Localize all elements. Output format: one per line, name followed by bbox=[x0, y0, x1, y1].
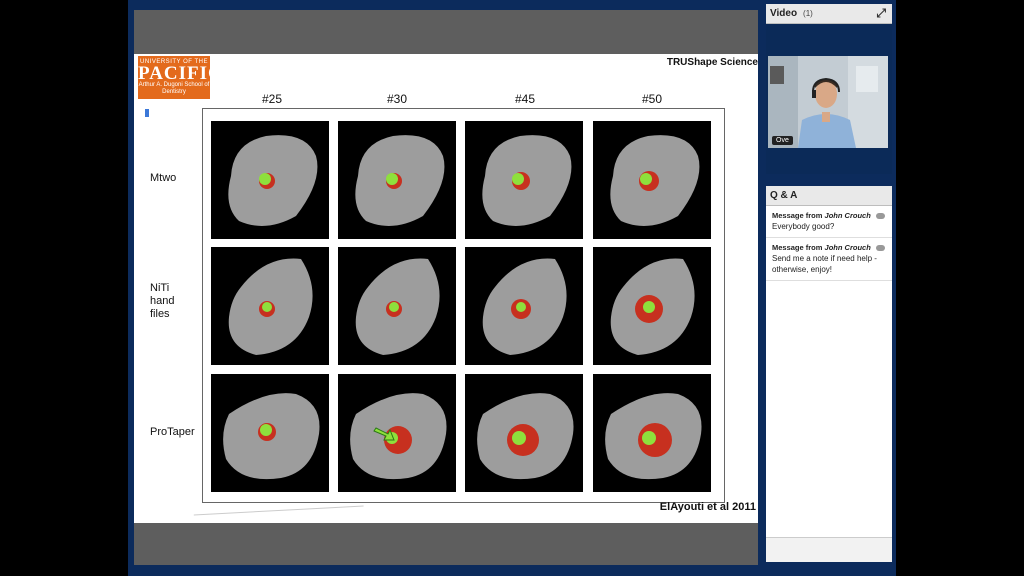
ct-cross-section bbox=[482, 258, 567, 355]
ct-cross-section bbox=[477, 393, 574, 480]
ct-cross-section bbox=[610, 258, 695, 355]
ct-cross-section bbox=[228, 258, 313, 355]
speech-bubble-icon bbox=[875, 245, 885, 252]
ct-cross-section bbox=[482, 135, 572, 226]
original-canal-area bbox=[642, 431, 656, 445]
row-label: ProTaper bbox=[150, 426, 195, 438]
presenter-name-tag: Ove bbox=[772, 136, 793, 145]
message-text: Everybody good? bbox=[772, 222, 835, 231]
row-label: Mtwo bbox=[150, 172, 177, 184]
original-canal-area bbox=[259, 173, 271, 185]
ct-image bbox=[593, 374, 711, 492]
column-label: #50 bbox=[641, 92, 663, 106]
original-canal-area bbox=[260, 424, 272, 436]
ct-image bbox=[338, 374, 456, 492]
column-label: #45 bbox=[514, 92, 536, 106]
paper-edge bbox=[193, 505, 365, 523]
slide-marker bbox=[145, 109, 149, 117]
original-canal-area bbox=[640, 173, 652, 185]
presenter-video: Ove bbox=[768, 56, 888, 148]
column-label: #30 bbox=[386, 92, 408, 106]
ct-cross-section bbox=[605, 393, 702, 480]
ct-image bbox=[211, 374, 329, 492]
slide-title: TRUShape Science bbox=[666, 57, 758, 68]
message-text: Send me a note if need help - otherwise,… bbox=[772, 254, 877, 274]
ct-cross-section bbox=[350, 393, 447, 480]
ct-image bbox=[465, 121, 583, 239]
original-canal-area bbox=[512, 431, 526, 445]
original-canal-area bbox=[643, 301, 655, 313]
ct-image bbox=[211, 247, 329, 365]
citation: ElAyouti et al 2011 bbox=[659, 501, 756, 513]
qa-panel: Q & A Message from John Crouch Everybody… bbox=[766, 186, 892, 562]
video-panel: Video (1) ⤢ Ove bbox=[766, 4, 892, 174]
qa-panel-header: Q & A bbox=[766, 186, 892, 206]
fullscreen-icon[interactable]: ⤢ bbox=[876, 6, 886, 21]
ct-cross-section bbox=[223, 393, 320, 480]
original-canal-area bbox=[512, 173, 524, 185]
qa-message: Message from John Crouch Send me a note … bbox=[766, 238, 892, 281]
ct-image bbox=[593, 121, 711, 239]
original-canal-area bbox=[386, 173, 398, 185]
column-label: #25 bbox=[261, 92, 283, 106]
ct-image bbox=[211, 121, 329, 239]
ct-cross-section bbox=[355, 258, 440, 355]
stage-bottom-band bbox=[134, 522, 758, 565]
row-label: NiTi hand files bbox=[150, 282, 175, 320]
participant-count: (1) bbox=[803, 9, 813, 18]
ct-image bbox=[465, 247, 583, 365]
video-panel-header: Video (1) ⤢ bbox=[766, 4, 892, 24]
message-sender: Message from John Crouch bbox=[772, 242, 886, 253]
speech-bubble-icon bbox=[875, 213, 885, 220]
presentation-slide: UNIVERSITY OF THE PACIFIC Arthur A. Dugo… bbox=[134, 54, 758, 523]
original-canal-area bbox=[262, 302, 272, 312]
original-canal-area bbox=[516, 302, 526, 312]
stage-top-band bbox=[134, 10, 758, 54]
ct-cross-section bbox=[228, 135, 318, 226]
university-logo: UNIVERSITY OF THE PACIFIC Arthur A. Dugo… bbox=[138, 56, 222, 99]
qa-input-area[interactable] bbox=[766, 537, 892, 562]
ct-image bbox=[465, 374, 583, 492]
ct-image bbox=[338, 121, 456, 239]
presenter-video-frame bbox=[768, 56, 888, 148]
ct-cross-section bbox=[355, 135, 445, 226]
video-panel-title: Video bbox=[770, 8, 798, 19]
ct-image bbox=[593, 247, 711, 365]
ct-cross-section bbox=[610, 135, 700, 226]
micro-ct-figure bbox=[202, 108, 725, 503]
qa-message: Message from John Crouch Everybody good? bbox=[766, 206, 892, 238]
ct-image bbox=[338, 247, 456, 365]
message-sender: Message from John Crouch bbox=[772, 210, 886, 221]
original-canal-area bbox=[389, 302, 399, 312]
